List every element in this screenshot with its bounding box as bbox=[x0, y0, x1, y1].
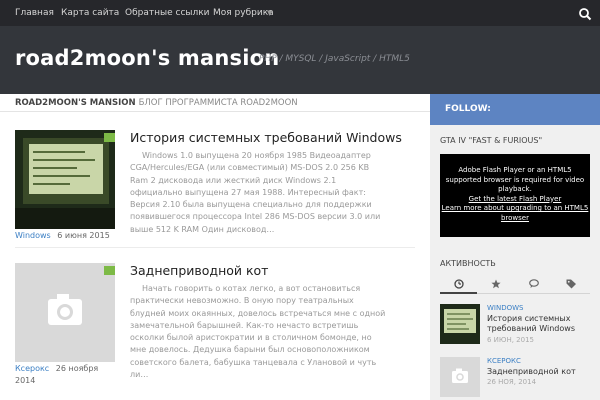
post-title[interactable]: Заднеприводной кот bbox=[130, 263, 268, 278]
follow-label: FOLLOW: bbox=[445, 104, 491, 114]
post-date: 6 июня 2015 bbox=[57, 231, 110, 240]
camera-icon bbox=[440, 357, 480, 397]
follow-bar: FOLLOW: bbox=[430, 94, 600, 125]
post-category[interactable]: Ксерокс bbox=[15, 364, 49, 373]
sidebar-post-thumbnail[interactable] bbox=[440, 304, 480, 344]
site-header: road2moon's mansion PHP / MYSQL / JavaSc… bbox=[0, 26, 600, 94]
sidebar-post-item[interactable]: WINDOWS История системных требований Win… bbox=[440, 304, 590, 346]
top-navigation: Главная Карта сайта Обратные ссылки Моя … bbox=[0, 0, 600, 26]
comments-icon bbox=[529, 279, 539, 288]
post-title[interactable]: История системных требований Windows bbox=[130, 130, 402, 145]
breadcrumb-site: ROAD2MOON'S MANSION bbox=[15, 98, 136, 108]
comment-badge-icon bbox=[104, 266, 115, 275]
sidebar-post-item[interactable]: КСЕРОКС Заднеприводной кот 26 НОЯ, 2014 bbox=[440, 357, 590, 399]
post-divider bbox=[15, 247, 415, 248]
tab-recent[interactable] bbox=[440, 274, 477, 294]
nav-item-home[interactable]: Главная bbox=[15, 0, 54, 26]
sidebar-post-category[interactable]: КСЕРОКС bbox=[487, 357, 521, 365]
breadcrumb-subtitle: БЛОГ ПРОГРАММИСТА ROAD2MOON bbox=[138, 98, 298, 108]
post-meta: Ксерокс 26 ноября 2014 bbox=[15, 363, 115, 387]
tags-icon bbox=[566, 279, 576, 289]
post-category[interactable]: Windows bbox=[15, 231, 51, 240]
sidebar-post-date: 26 НОЯ, 2014 bbox=[487, 378, 537, 386]
sidebar-post-title[interactable]: История системных требований Windows bbox=[487, 314, 587, 334]
post-excerpt: Начать говорить о котах легко, а вот ост… bbox=[130, 284, 386, 380]
site-title[interactable]: road2moon's mansion bbox=[15, 46, 279, 70]
clock-icon bbox=[454, 279, 464, 289]
sidebar-post-category[interactable]: WINDOWS bbox=[487, 304, 524, 312]
sidebar-post-date: 6 ИЮН, 2015 bbox=[487, 336, 535, 344]
search-icon[interactable] bbox=[578, 6, 592, 21]
tab-comments[interactable] bbox=[515, 274, 552, 294]
camera-icon bbox=[15, 263, 115, 362]
sidebar-post-title[interactable]: Заднеприводной кот bbox=[487, 367, 587, 377]
nav-item-my-category[interactable]: Моя рубрика bbox=[213, 0, 274, 26]
flash-message: Adobe Flash Player or an HTML5 supported… bbox=[445, 166, 585, 193]
breadcrumb: ROAD2MOON'S MANSION БЛОГ ПРОГРАММИСТА ROA… bbox=[0, 94, 430, 112]
post-item: Заднеприводной кот Начать говорить о кот… bbox=[15, 263, 415, 398]
nav-item-backlinks[interactable]: Обратные ссылки bbox=[125, 0, 210, 26]
html5-upgrade-link[interactable]: Learn more about upgrading to an HTML5 b… bbox=[440, 204, 590, 223]
site-tagline: PHP / MYSQL / JavaScript / HTML5 bbox=[259, 54, 410, 64]
flash-player-link[interactable]: Get the latest Flash Player bbox=[440, 195, 590, 205]
tab-popular[interactable] bbox=[477, 274, 514, 294]
sidebar-post-thumbnail[interactable] bbox=[440, 357, 480, 397]
main-content: ROAD2MOON'S MANSION БЛОГ ПРОГРАММИСТА ROA… bbox=[0, 94, 430, 400]
chevron-down-icon: ▼ bbox=[267, 9, 273, 17]
video-widget-title: GTA IV "FAST & FURIOUS" bbox=[440, 136, 543, 145]
activity-tabs bbox=[440, 274, 590, 294]
video-player[interactable]: Adobe Flash Player or an HTML5 supported… bbox=[440, 154, 590, 237]
nav-item-sitemap[interactable]: Карта сайта bbox=[61, 0, 119, 26]
post-excerpt: Windows 1.0 выпущена 20 ноября 1985 Виде… bbox=[130, 151, 381, 234]
post-meta: Windows 6 июня 2015 bbox=[15, 230, 115, 242]
post-item: История системных требований Windows Win… bbox=[15, 130, 415, 260]
tab-tags[interactable] bbox=[552, 274, 589, 294]
post-thumbnail[interactable] bbox=[15, 263, 115, 362]
comment-badge-icon bbox=[104, 133, 115, 142]
star-icon bbox=[491, 279, 501, 289]
activity-widget-title: АКТИВНОСТЬ bbox=[440, 259, 496, 268]
post-thumbnail[interactable] bbox=[15, 130, 115, 229]
sidebar: FOLLOW: GTA IV "FAST & FURIOUS" Adobe Fl… bbox=[430, 94, 600, 400]
